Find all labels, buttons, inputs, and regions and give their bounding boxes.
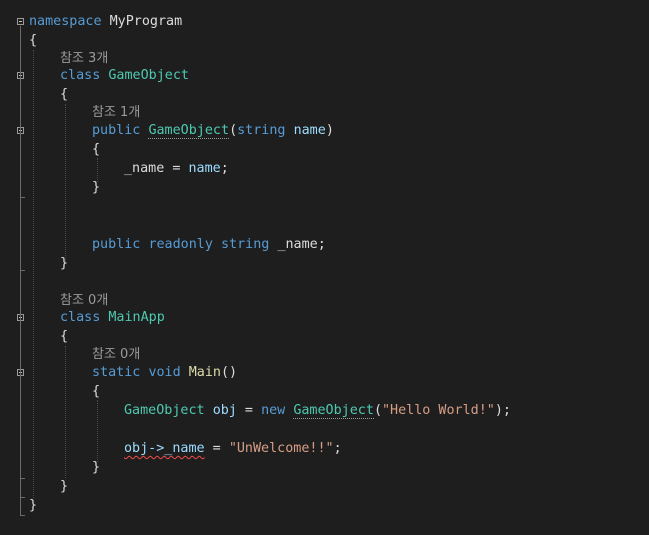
operator: = <box>236 403 262 418</box>
variable: obj <box>212 403 237 418</box>
code-line[interactable]: namespace MyProgram <box>29 12 182 31</box>
code-line[interactable]: } <box>92 458 100 477</box>
paren: ) <box>325 123 334 138</box>
constructor-call: GameObject <box>293 403 374 419</box>
code-line[interactable]: _name = name; <box>124 159 229 178</box>
string-literal: "Hello World!" <box>382 403 495 418</box>
indent-guide <box>97 400 98 462</box>
semicolon: ; <box>333 441 342 456</box>
outline-tick <box>20 478 25 479</box>
outline-tick <box>20 270 25 271</box>
code-line[interactable]: { <box>60 327 68 346</box>
operator: = <box>164 161 189 176</box>
parameter: name <box>293 123 326 138</box>
code-line[interactable]: } <box>60 254 68 273</box>
code-line[interactable]: } <box>29 496 37 515</box>
class-name: MainApp <box>108 310 165 325</box>
keyword: public <box>92 237 141 252</box>
outline-tick <box>20 497 25 498</box>
method-name: Main <box>188 365 221 380</box>
parameter-ref: name <box>188 161 221 176</box>
type-keyword: string <box>221 237 270 252</box>
keyword: static <box>92 365 141 380</box>
codelens-references[interactable]: 참조 1개 <box>92 103 140 122</box>
indent-guide <box>65 104 66 262</box>
paren: ( <box>373 403 382 418</box>
namespace-name: MyProgram <box>109 14 183 29</box>
outline-tick <box>20 197 25 198</box>
outline-line <box>20 26 21 516</box>
outline-tick <box>20 515 25 516</box>
string-literal: "UnWelcome!!" <box>228 441 334 456</box>
keyword: namespace <box>29 14 102 29</box>
code-line[interactable]: { <box>92 382 100 401</box>
operator: = <box>204 441 229 456</box>
indent-guide <box>33 50 34 498</box>
keyword: public <box>92 123 141 138</box>
code-line[interactable]: public GameObject(string name) <box>92 121 334 140</box>
constructor-name: GameObject <box>148 123 230 139</box>
error-expression[interactable]: obj->_name <box>124 441 205 456</box>
paren: ); <box>494 403 511 418</box>
keyword: readonly <box>148 237 213 252</box>
type-keyword: string <box>237 123 286 138</box>
code-line[interactable]: { <box>60 85 68 104</box>
indent-guide <box>65 346 66 478</box>
collapse-namespace-icon[interactable] <box>17 18 24 25</box>
class-name: GameObject <box>108 68 189 83</box>
code-line[interactable]: public readonly string _name; <box>92 235 326 254</box>
code-line[interactable]: class MainApp <box>60 308 165 327</box>
field-ref: _name <box>124 161 165 176</box>
code-line[interactable]: GameObject obj = new GameObject("Hello W… <box>124 401 511 420</box>
codelens-references[interactable]: 참조 0개 <box>92 345 140 364</box>
code-line[interactable]: static void Main() <box>92 363 237 382</box>
code-line[interactable]: } <box>92 178 100 197</box>
keyword: void <box>148 365 181 380</box>
field-decl: _name; <box>277 237 326 252</box>
code-line[interactable]: } <box>60 477 68 496</box>
keyword: class <box>60 68 101 83</box>
code-line[interactable]: class GameObject <box>60 66 189 85</box>
code-line[interactable]: { <box>29 31 37 50</box>
paren: ( <box>229 123 238 138</box>
semicolon: ; <box>220 161 229 176</box>
keyword: class <box>60 310 101 325</box>
paren: () <box>221 365 238 380</box>
code-line[interactable]: obj->_name = "UnWelcome!!"; <box>124 439 342 458</box>
code-line[interactable]: { <box>92 140 100 159</box>
type-name: GameObject <box>124 403 205 418</box>
keyword: new <box>261 403 286 418</box>
code-editor[interactable]: namespace MyProgram { 참조 3개 class GameOb… <box>0 0 649 535</box>
